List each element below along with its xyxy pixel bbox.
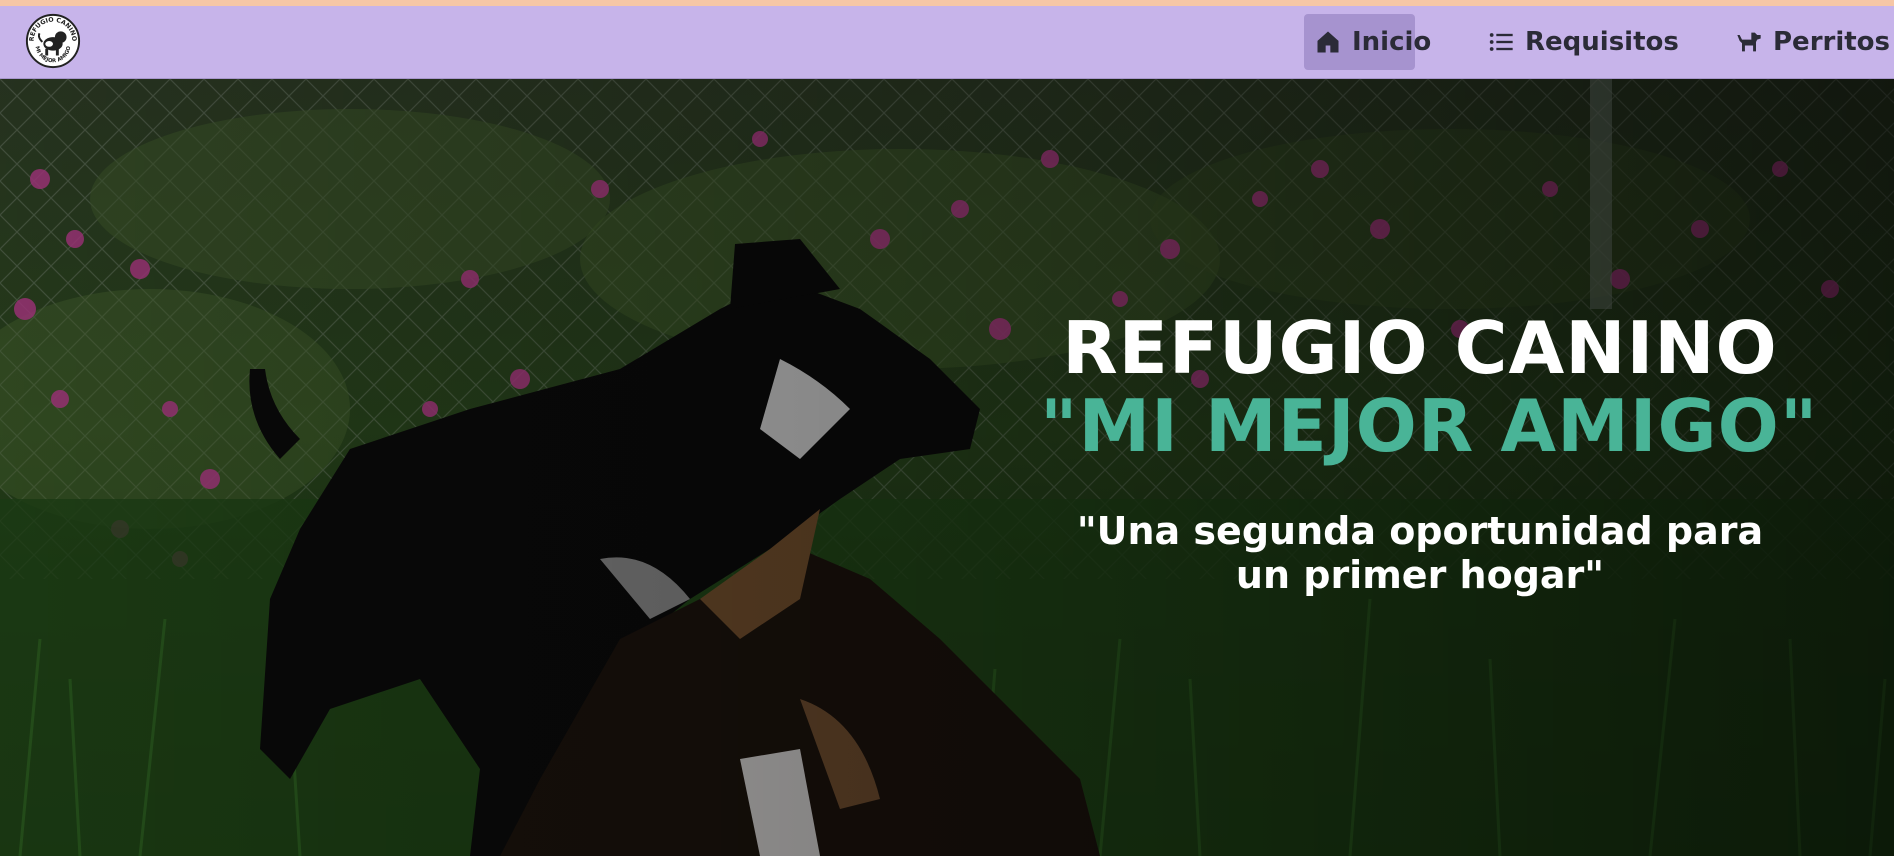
hero-text-block: REFUGIO CANINO "MI MEJOR AMIGO" "Una seg…	[1040, 306, 1819, 597]
nav-item-requisitos[interactable]: Requisitos	[1477, 14, 1679, 70]
refugio-canino-logo[interactable]: REFUGIO CANINO MI MEJOR AMIGO	[24, 12, 82, 70]
nav-item-perritos[interactable]: Perritos	[1725, 14, 1894, 70]
hero-title: REFUGIO CANINO	[1062, 306, 1778, 390]
nav-item-label: Requisitos	[1525, 27, 1679, 57]
nav-item-inicio[interactable]: Inicio	[1304, 14, 1431, 70]
navbar: REFUGIO CANINO MI MEJOR AMIGO Inicio Req…	[0, 6, 1894, 79]
hero-subtitle: "MI MEJOR AMIGO"	[1040, 384, 1819, 468]
dog-icon	[1737, 32, 1761, 52]
list-icon	[1489, 33, 1513, 51]
nav-item-label: Inicio	[1352, 27, 1432, 57]
nav-item-label: Perritos	[1773, 27, 1891, 57]
hero-section: REFUGIO CANINO "MI MEJOR AMIGO" "Una seg…	[0, 79, 1894, 856]
hero-tagline: "Una segunda oportunidad para un primer …	[1076, 509, 1764, 597]
home-icon	[1317, 31, 1339, 53]
